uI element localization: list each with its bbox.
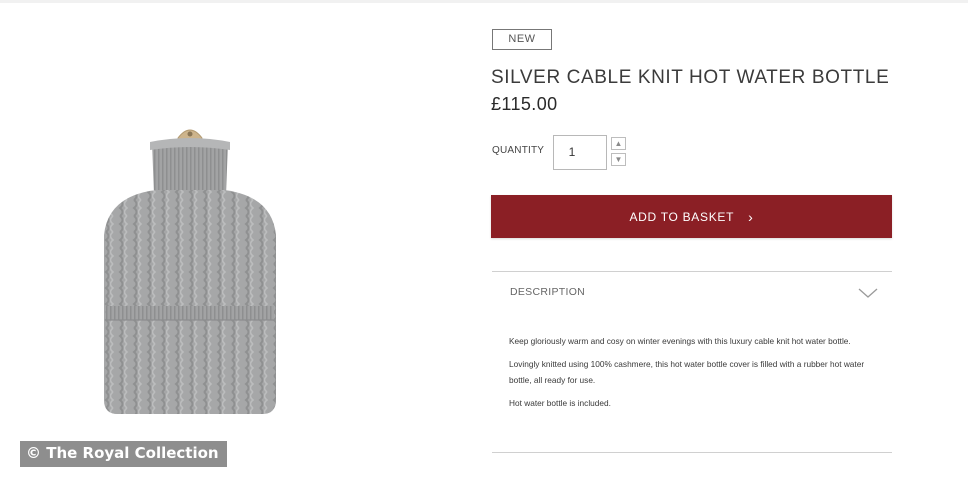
description-body: Keep gloriously warm and cosy on winter … [509, 333, 869, 418]
description-header: DESCRIPTION [510, 286, 586, 298]
top-border [0, 0, 968, 3]
description-accordion-toggle[interactable]: DESCRIPTION [492, 272, 892, 312]
divider [492, 452, 892, 453]
chevron-up-icon: ▲ [614, 139, 623, 148]
description-paragraph: Hot water bottle is included. [509, 398, 611, 408]
product-image[interactable] [90, 120, 290, 425]
description-paragraph: Keep gloriously warm and cosy on winter … [509, 336, 851, 346]
quantity-increase-button[interactable]: ▲ [611, 137, 626, 150]
add-to-basket-label: ADD TO BASKET [629, 209, 735, 224]
product-title: SILVER CABLE KNIT HOT WATER BOTTLE [491, 67, 890, 88]
new-badge: NEW [492, 29, 552, 50]
hot-water-bottle-image [104, 129, 276, 414]
product-price: £115.00 [491, 94, 558, 114]
quantity-decrease-button[interactable]: ▼ [611, 153, 626, 166]
quantity-label: QUANTITY [492, 145, 545, 156]
chevron-down-icon [858, 288, 878, 298]
add-to-basket-button[interactable]: ADD TO BASKET › [491, 195, 892, 238]
image-credit: © The Royal Collection [20, 441, 227, 467]
chevron-right-icon: › [748, 208, 754, 225]
chevron-down-icon: ▼ [614, 155, 623, 164]
quantity-input[interactable]: 1 [553, 135, 607, 170]
description-paragraph: Lovingly knitted using 100% cashmere, th… [509, 359, 865, 385]
